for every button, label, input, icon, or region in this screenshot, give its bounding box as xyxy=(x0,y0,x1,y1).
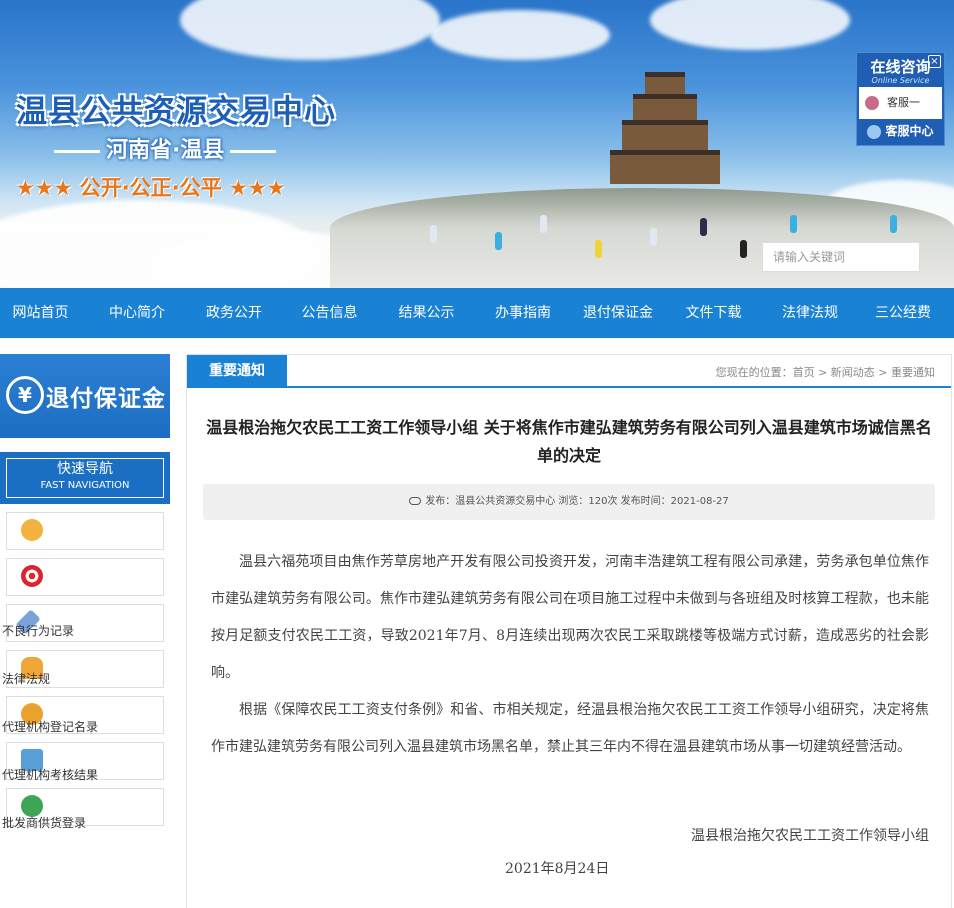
comment-icon xyxy=(409,497,422,505)
article-panel: 重要通知 您现在的位置：首页 > 新闻动态 > 重要通知 温县根治拖欠农民工工资… xyxy=(186,354,952,908)
site-title: 温县公共资源交易中心 xyxy=(16,94,336,130)
article-paragraph: 根据《保障农民工工资支付条例》和省、市相关规定，经温县根治拖欠农民工工资工作领导… xyxy=(211,702,929,755)
nav-item-affairs[interactable]: 政务公开 xyxy=(193,288,275,338)
chat-agent-button[interactable]: 客服一 xyxy=(859,87,942,119)
article-meta: 发布：温县公共资源交易中心 浏览：120次 发布时间：2021-08-27 xyxy=(203,484,935,520)
close-icon[interactable]: × xyxy=(928,55,941,68)
article-body: 温县六福苑项目由焦作芳草房地产开发有限公司投资开发，河南丰浩建筑工程有限公司承建… xyxy=(211,544,929,766)
nav-item-about[interactable]: 中心简介 xyxy=(81,288,193,338)
nav-item-results[interactable]: 结果公示 xyxy=(384,288,469,338)
nav-item-guide[interactable]: 办事指南 xyxy=(469,288,577,338)
nav-item-home[interactable]: 网站首页 xyxy=(0,288,81,338)
site-slogan: ★★★ 公开·公正·公平 ★★★ xyxy=(16,176,286,200)
quick-nav-item-exposure[interactable] xyxy=(6,512,164,550)
tab-important-notice[interactable]: 重要通知 xyxy=(187,355,287,388)
nav-item-refund[interactable]: 退付保证金 xyxy=(577,288,659,338)
main-nav: 网站首页 中心简介 政务公开 公告信息 结果公示 办事指南 退付保证金 文件下载… xyxy=(0,288,954,338)
yen-icon: ¥ xyxy=(6,376,44,414)
article-signature: 温县根治拖欠农民工工资工作领导小组 xyxy=(691,828,929,844)
article-paragraph: 温县六福苑项目由焦作芳草房地产开发有限公司投资开发，河南丰浩建筑工程有限公司承建… xyxy=(211,554,929,681)
nav-item-expenses[interactable]: 三公经费 xyxy=(852,288,954,338)
headset-icon xyxy=(867,124,882,139)
nav-item-laws[interactable]: 法律法规 xyxy=(768,288,852,338)
nav-item-announcements[interactable]: 公告信息 xyxy=(275,288,384,338)
lightbulb-icon xyxy=(21,519,43,541)
breadcrumb: 您现在的位置：首页 > 新闻动态 > 重要通知 xyxy=(715,366,935,379)
agent-avatar-icon xyxy=(865,96,879,110)
article-date: 2021年8月24日 xyxy=(505,861,610,877)
chat-footer[interactable]: 客服中心 xyxy=(857,119,944,143)
online-chat-widget[interactable]: 在线咨询 Online Service × 客服一 客服中心 xyxy=(856,52,945,146)
search-input[interactable]: 请输入关键词 xyxy=(762,242,920,272)
quick-nav-labels: 曝光台 不良行为记录 法律法规 代理机构登记名录 代理机构考核结果 批发商供货登… xyxy=(2,576,99,878)
header-banner: 温县公共资源交易中心 河南省·温县 ★★★ 公开·公正·公平 ★★★ 请输入关键… xyxy=(0,0,954,288)
refund-deposit-banner[interactable]: ¥ 退付保证金 xyxy=(0,354,170,438)
nav-item-downloads[interactable]: 文件下载 xyxy=(659,288,768,338)
site-subtitle: 河南省·温县 xyxy=(48,132,282,164)
plaza-image xyxy=(330,188,954,288)
pagoda-image xyxy=(600,62,730,192)
quick-nav-header: 快速导航 FAST NAVIGATION xyxy=(0,452,170,504)
article-title: 温县根治拖欠农民工工资工作领导小组 关于将焦作市建弘建筑劳务有限公司列入温县建筑… xyxy=(206,418,932,465)
sidebar: ¥ 退付保证金 快速导航 FAST NAVIGATION 曝光台 不良行为记录 … xyxy=(0,354,170,830)
section-tab-bar: 重要通知 您现在的位置：首页 > 新闻动态 > 重要通知 xyxy=(187,355,951,388)
